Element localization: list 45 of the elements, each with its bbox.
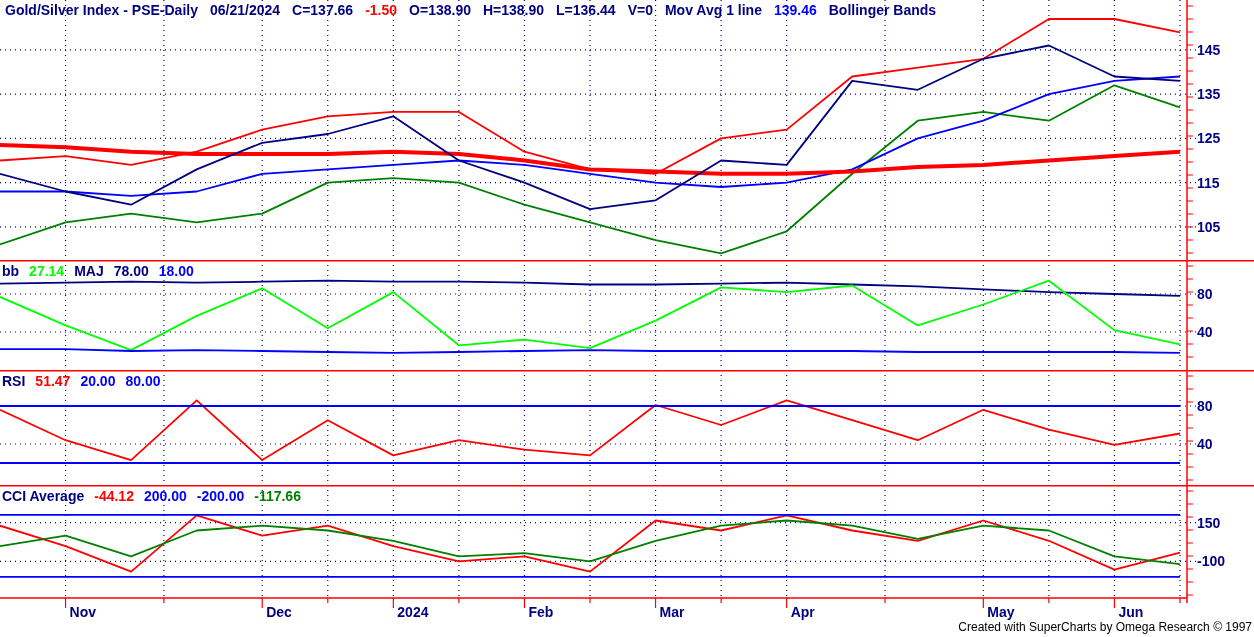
legend-label: 80.00 — [125, 373, 161, 389]
y-axis-label: 80 — [1197, 286, 1213, 302]
y-axis-label: 150 — [1197, 514, 1221, 531]
legend-label: -1.50 — [365, 2, 398, 18]
credit-text: Created with SuperCharts by Omega Research © 1997 — [958, 620, 1252, 634]
legend-label: 139.46 — [773, 2, 817, 18]
legend-label: MAJ — [74, 263, 104, 279]
legend-label: 51.47 — [35, 373, 71, 389]
legend-label: Mov Avg 1 line — [664, 2, 762, 18]
y-axis-label: 80 — [1197, 398, 1213, 414]
legend-label: H=138.90 — [482, 2, 545, 18]
x-axis-label: 2024 — [397, 604, 429, 620]
y-axis-label: 125 — [1197, 130, 1221, 147]
x-axis-label: Jun — [1118, 604, 1144, 620]
legend-label: O=138.90 — [409, 2, 471, 18]
legend-label: Gold/Silver Index - PSE-Daily — [5, 2, 198, 18]
legend-label: RSI — [2, 373, 26, 389]
legend-label: -200.00 — [196, 488, 245, 504]
x-axis-label: Dec — [266, 604, 292, 620]
legend-label: 78.00 — [113, 263, 149, 279]
legend-label: 20.00 — [80, 373, 116, 389]
x-axis-label: Apr — [790, 604, 815, 620]
y-axis-label: 40 — [1197, 436, 1213, 452]
legend-label: Bollinger Bands — [828, 2, 937, 18]
legend-label: -117.66 — [254, 488, 301, 504]
legend-label: -44.12 — [94, 488, 134, 504]
y-axis-label: -100 — [1197, 553, 1226, 570]
legend-label: C=137.66 — [292, 2, 354, 18]
x-axis-label: Mar — [659, 604, 685, 620]
legend-label: 06/21/2024 — [209, 2, 281, 18]
y-axis-label: 145 — [1197, 41, 1221, 58]
legend-label: 200.00 — [143, 488, 187, 504]
x-axis-label: May — [987, 604, 1015, 620]
x-axis-label: Nov — [69, 604, 96, 620]
legend-label: L=136.44 — [556, 2, 616, 18]
legend-label: CCI Average — [2, 488, 85, 504]
legend-label: 18.00 — [158, 263, 194, 279]
x-axis-label: Feb — [528, 604, 554, 620]
legend-label: V=0 — [627, 2, 653, 18]
legend-label: 27.14 — [29, 263, 65, 279]
legend-label: bb — [2, 263, 20, 279]
y-axis-label: 105 — [1197, 218, 1221, 235]
y-axis-label: 40 — [1197, 324, 1213, 340]
y-axis-label: 135 — [1197, 86, 1221, 103]
y-axis-label: 115 — [1197, 174, 1220, 191]
